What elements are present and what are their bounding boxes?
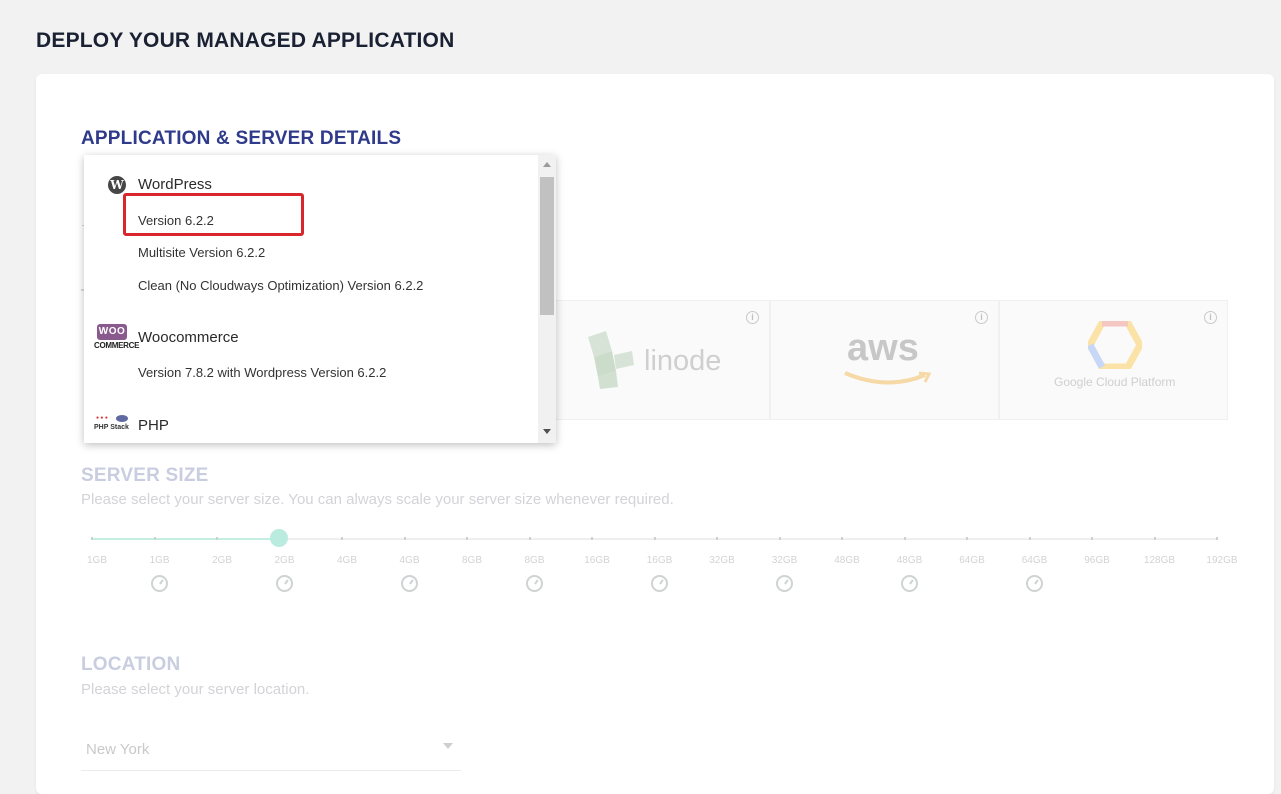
slider-tick [1028,537,1031,540]
location-select[interactable]: New York [81,735,461,771]
dropdown-group-woocommerce: Woocommerce [138,329,239,346]
google-cloud-logo-text: Google Cloud Platform [1054,375,1176,389]
slider-tick [653,537,656,540]
info-icon[interactable]: i [975,311,988,324]
performance-gauge-icon [525,575,543,592]
performance-gauge-icon [400,575,418,592]
scroll-down-arrow-icon[interactable] [543,429,551,434]
php-stack-icon: ● ● ● PHP Stack [94,415,129,431]
slider-tick [903,537,906,540]
server-size-label[interactable]: 1GB [135,555,185,566]
slider-tick [716,537,718,540]
application-dropdown[interactable]: W WordPress Version 6.2.2 Multisite Vers… [84,155,556,443]
slider-tick [841,537,843,540]
slider-tick [403,537,406,540]
server-size-label[interactable]: 4GB [322,555,372,566]
slider-tick [466,537,468,540]
dropdown-option-wordpress-version[interactable]: Version 6.2.2 [138,213,214,228]
linode-logo-text: linode [644,345,722,377]
slider-tick [528,537,531,540]
slider-tick [1153,537,1156,540]
chevron-down-icon [443,743,453,749]
server-size-label[interactable]: 128GB [1135,555,1185,566]
provider-tile-google-cloud[interactable]: i Google Cloud Platform [999,300,1228,420]
page-title: DEPLOY YOUR MANAGED APPLICATION [36,29,455,52]
app-section-title: APPLICATION & SERVER DETAILS [81,128,402,149]
provider-tile-linode[interactable]: i linode [540,300,770,420]
dropdown-option-woocommerce-version[interactable]: Version 7.8.2 with Wordpress Version 6.2… [138,365,386,380]
server-size-label[interactable]: 8GB [447,555,497,566]
location-subtitle: Please select your server location. [81,681,310,698]
woocommerce-icon: WOO COMMERCE [94,324,140,350]
dropdown-group-php: PHP [138,417,169,434]
performance-gauge-icon [275,575,293,592]
server-size-label[interactable]: 64GB [947,555,997,566]
server-size-label[interactable]: 32GB [760,555,810,566]
aws-logo-text: aws [847,327,919,369]
dropdown-group-wordpress: WordPress [138,176,212,193]
server-size-title: SERVER SIZE [81,465,209,486]
performance-gauge-icon [900,575,918,592]
server-size-slider-handle[interactable] [270,529,288,547]
slider-tick [1091,537,1093,540]
server-size-label[interactable]: 16GB [635,555,685,566]
server-size-label[interactable]: 2GB [260,555,310,566]
slider-tick [966,537,968,540]
server-size-slider-fill [91,538,279,540]
dropdown-scrollbar[interactable] [538,155,556,443]
wordpress-icon: W [108,176,126,194]
performance-gauge-icon [650,575,668,592]
server-size-label[interactable]: 16GB [572,555,622,566]
dropdown-option-wordpress-clean[interactable]: Clean (No Cloudways Optimization) Versio… [138,278,423,293]
aws-smile-icon [844,371,932,385]
google-cloud-icon [1088,321,1142,369]
performance-gauge-icon [775,575,793,592]
scrollbar-thumb[interactable] [540,177,554,315]
server-size-label[interactable]: 192GB [1197,555,1247,566]
server-size-subtitle: Please select your server size. You can … [81,491,674,508]
server-size-label[interactable]: 48GB [885,555,935,566]
server-size-label[interactable]: 96GB [1072,555,1122,566]
location-value: New York [86,741,150,758]
info-icon[interactable]: i [1204,311,1217,324]
location-title: LOCATION [81,654,181,675]
server-size-label[interactable]: 48GB [822,555,872,566]
server-size-label[interactable]: 4GB [385,555,435,566]
provider-tile-aws[interactable]: i aws [770,300,999,420]
info-icon[interactable]: i [746,311,759,324]
server-size-label[interactable]: 64GB [1010,555,1060,566]
slider-tick [153,537,156,540]
scroll-up-arrow-icon[interactable] [543,162,551,167]
performance-gauge-icon [1025,575,1043,592]
server-size-label[interactable]: 1GB [72,555,122,566]
performance-gauge-icon [150,575,168,592]
slider-tick [591,537,593,540]
slider-tick [778,537,781,540]
slider-tick [341,537,343,540]
server-size-label[interactable]: 32GB [697,555,747,566]
slider-tick [1216,537,1218,540]
slider-tick [216,537,218,540]
linode-logo-icon [588,331,634,389]
server-size-label[interactable]: 8GB [510,555,560,566]
slider-tick [91,537,93,540]
server-size-label[interactable]: 2GB [197,555,247,566]
dropdown-option-wordpress-multisite[interactable]: Multisite Version 6.2.2 [138,245,265,260]
